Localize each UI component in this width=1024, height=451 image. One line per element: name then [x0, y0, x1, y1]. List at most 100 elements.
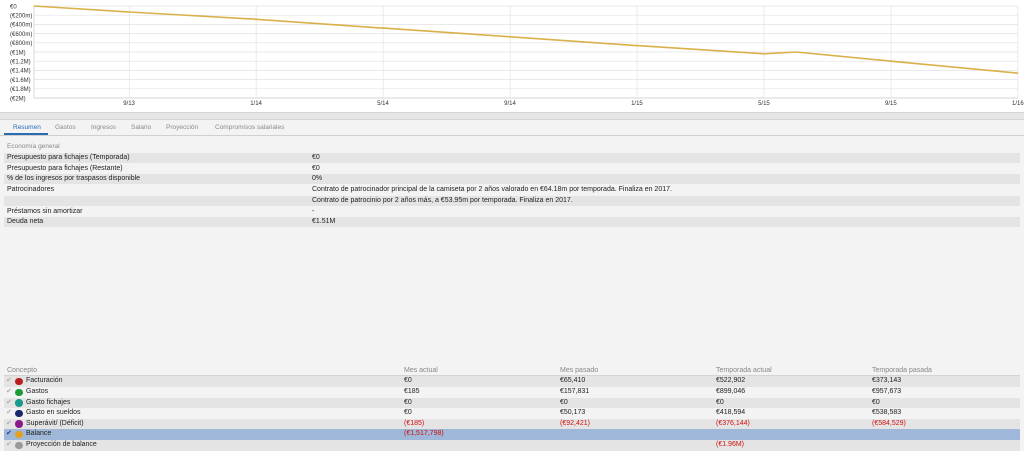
econ-row: % de los ingresos por traspasos disponib… [4, 174, 1020, 184]
cell-temporada-pasada: €373,143 [872, 377, 902, 384]
row-label: Facturación [26, 377, 63, 384]
econ-row: Contrato de patrocinio por 2 años más, a… [4, 196, 1020, 206]
header-concepto[interactable]: Concepto [7, 366, 37, 375]
economia-general-heading: Economía general [7, 143, 60, 150]
panel-divider[interactable] [0, 112, 1024, 120]
finance-tabs: Resumen Gastos Ingresos Salario Proyecci… [0, 121, 1024, 136]
row-label: Gasto fichajes [26, 398, 71, 406]
cell-temporada-actual: (€376,144) [716, 419, 750, 427]
econ-value: Contrato de patrocinador principal de la… [312, 186, 672, 193]
series-color-dot [15, 399, 23, 407]
x-tick-label: 1/16 [1012, 101, 1024, 107]
y-tick-label: (€800m) [10, 41, 32, 47]
check-icon[interactable]: ✔ [6, 429, 12, 440]
y-tick-label: (€400m) [10, 23, 32, 29]
check-icon[interactable]: ✔ [6, 387, 12, 398]
active-tab-indicator [4, 133, 48, 135]
cell-temporada-pasada: €538,583 [872, 409, 902, 416]
cell-mes-actual: €0 [404, 377, 412, 384]
econ-value: Contrato de patrocinio por 2 años más, a… [312, 197, 573, 204]
table-row[interactable]: ✔ Gasto en sueldos €0 €50,173 €418,594 €… [4, 408, 1020, 419]
econ-row: Préstamos sin amortizar - [4, 207, 1020, 217]
y-tick-label: (€1.8M) [10, 87, 31, 93]
x-tick-label: 9/15 [885, 101, 897, 107]
check-icon[interactable]: ✔ [6, 408, 12, 419]
econ-label: Presupuesto para fichajes (Restante) [7, 165, 123, 172]
cell-mes-pasado: €157,831 [560, 388, 590, 395]
x-tick-label: 1/15 [631, 101, 643, 107]
x-tick-label: 5/14 [377, 101, 389, 107]
x-tick-label: 9/13 [123, 101, 135, 107]
series-color-dot [15, 377, 23, 385]
y-tick-label: (€600m) [10, 32, 32, 38]
econ-label: Patrocinadores [7, 186, 55, 193]
econ-label: % de los ingresos por traspasos disponib… [7, 175, 141, 182]
cell-temporada-pasada: €957,673 [872, 388, 902, 395]
header-temporada-actual[interactable]: Temporada actual [716, 366, 772, 375]
cell-temporada-actual: €0 [716, 398, 724, 406]
tab-gastos[interactable]: Gastos [55, 124, 76, 131]
cell-mes-pasado: €50,173 [560, 409, 586, 416]
table-row[interactable]: ✔ Gasto fichajes €0 €0 €0 €0 [4, 397, 1020, 409]
cell-mes-actual: €0 [404, 398, 412, 406]
check-icon[interactable]: ✔ [6, 419, 12, 430]
cell-temporada-pasada: €0 [872, 398, 880, 406]
cell-mes-actual: (€185) [404, 419, 425, 427]
y-tick-label: (€1.6M) [10, 78, 31, 84]
y-tick-label: (€1.4M) [10, 69, 31, 75]
x-tick-label: 9/14 [504, 101, 516, 107]
table-row[interactable]: ✔ Gastos €185 €157,831 €899,046 €957,673 [4, 387, 1020, 398]
cell-temporada-actual: (€1.96M) [716, 441, 745, 448]
econ-row: Deuda neta €1.51M [4, 217, 1020, 227]
cell-mes-pasado: €0 [560, 398, 568, 406]
x-tick-label: 5/15 [758, 101, 770, 107]
header-mes-pasado[interactable]: Mes pasado [560, 366, 598, 375]
econ-label: Presupuesto para fichajes (Temporada) [7, 154, 130, 161]
tab-proyeccion[interactable]: Proyección [166, 124, 198, 131]
row-label: Superávit/ (Déficit) [26, 419, 84, 427]
series-color-dot [15, 441, 23, 449]
x-tick-label: 1/14 [250, 101, 262, 107]
y-tick-label: (€1.2M) [10, 60, 31, 66]
row-label: Balance [26, 430, 52, 437]
tab-ingresos[interactable]: Ingresos [91, 124, 116, 131]
cell-temporada-actual: €522,902 [716, 377, 746, 384]
series-color-dot [15, 430, 23, 438]
y-tick-label: (€1M) [10, 50, 26, 56]
check-icon[interactable]: ✔ [6, 440, 12, 451]
cell-mes-actual: €185 [404, 388, 420, 395]
check-icon[interactable]: ✔ [6, 398, 12, 409]
row-label: Gasto en sueldos [26, 409, 81, 416]
tab-salario[interactable]: Salario [131, 124, 151, 131]
header-mes-actual[interactable]: Mes actual [404, 366, 438, 375]
row-label: Gastos [26, 388, 49, 395]
econ-value: €0 [312, 154, 320, 161]
econ-row: Presupuesto para fichajes (Temporada) €0 [4, 153, 1020, 163]
header-temporada-pasada[interactable]: Temporada pasada [872, 366, 932, 375]
econ-value: €0 [312, 165, 320, 172]
tab-compromisos-salariales[interactable]: Compromisos salariales [215, 124, 284, 131]
table-row[interactable]: ✔ Proyección de balance (€1.96M) [4, 440, 1020, 451]
row-label: Proyección de balance [26, 441, 97, 448]
summary-table-header: Concepto Mes actual Mes pasado Temporada… [4, 366, 1020, 376]
tab-resumen[interactable]: Resumen [13, 124, 41, 131]
series-color-dot [15, 409, 23, 417]
cell-temporada-actual: €899,046 [716, 388, 746, 395]
table-row-selected[interactable]: ✔ Balance (€1,517,798) [4, 429, 1020, 440]
cell-temporada-pasada: (€584,529) [872, 419, 906, 427]
econ-row: Presupuesto para fichajes (Restante) €0 [4, 164, 1020, 174]
econ-label: Deuda neta [7, 218, 44, 225]
balance-line-chart: €0 (€200m) (€400m) (€600m) (€800m) (€1M) (€1.2… [10, 4, 1024, 107]
cell-mes-actual: (€1,517,798) [404, 430, 444, 437]
cell-temporada-actual: €418,594 [716, 409, 746, 416]
y-tick-label: (€200m) [10, 14, 32, 20]
balance-chart: €0 (€200m) (€400m) (€600m) (€800m) (€1M) (€1.2… [0, 0, 1024, 112]
cell-mes-actual: €0 [404, 409, 412, 416]
table-row[interactable]: ✔ Facturación €0 €65,410 €522,902 €373,1… [4, 376, 1020, 387]
y-tick-label: (€2M) [10, 96, 26, 102]
series-color-dot [15, 388, 23, 396]
check-icon[interactable]: ✔ [6, 376, 12, 387]
cell-mes-pasado: €65,410 [560, 377, 586, 384]
table-row[interactable]: ✔ Superávit/ (Déficit) (€185) (€92,421) … [4, 418, 1020, 430]
y-tick-label: €0 [10, 4, 17, 10]
